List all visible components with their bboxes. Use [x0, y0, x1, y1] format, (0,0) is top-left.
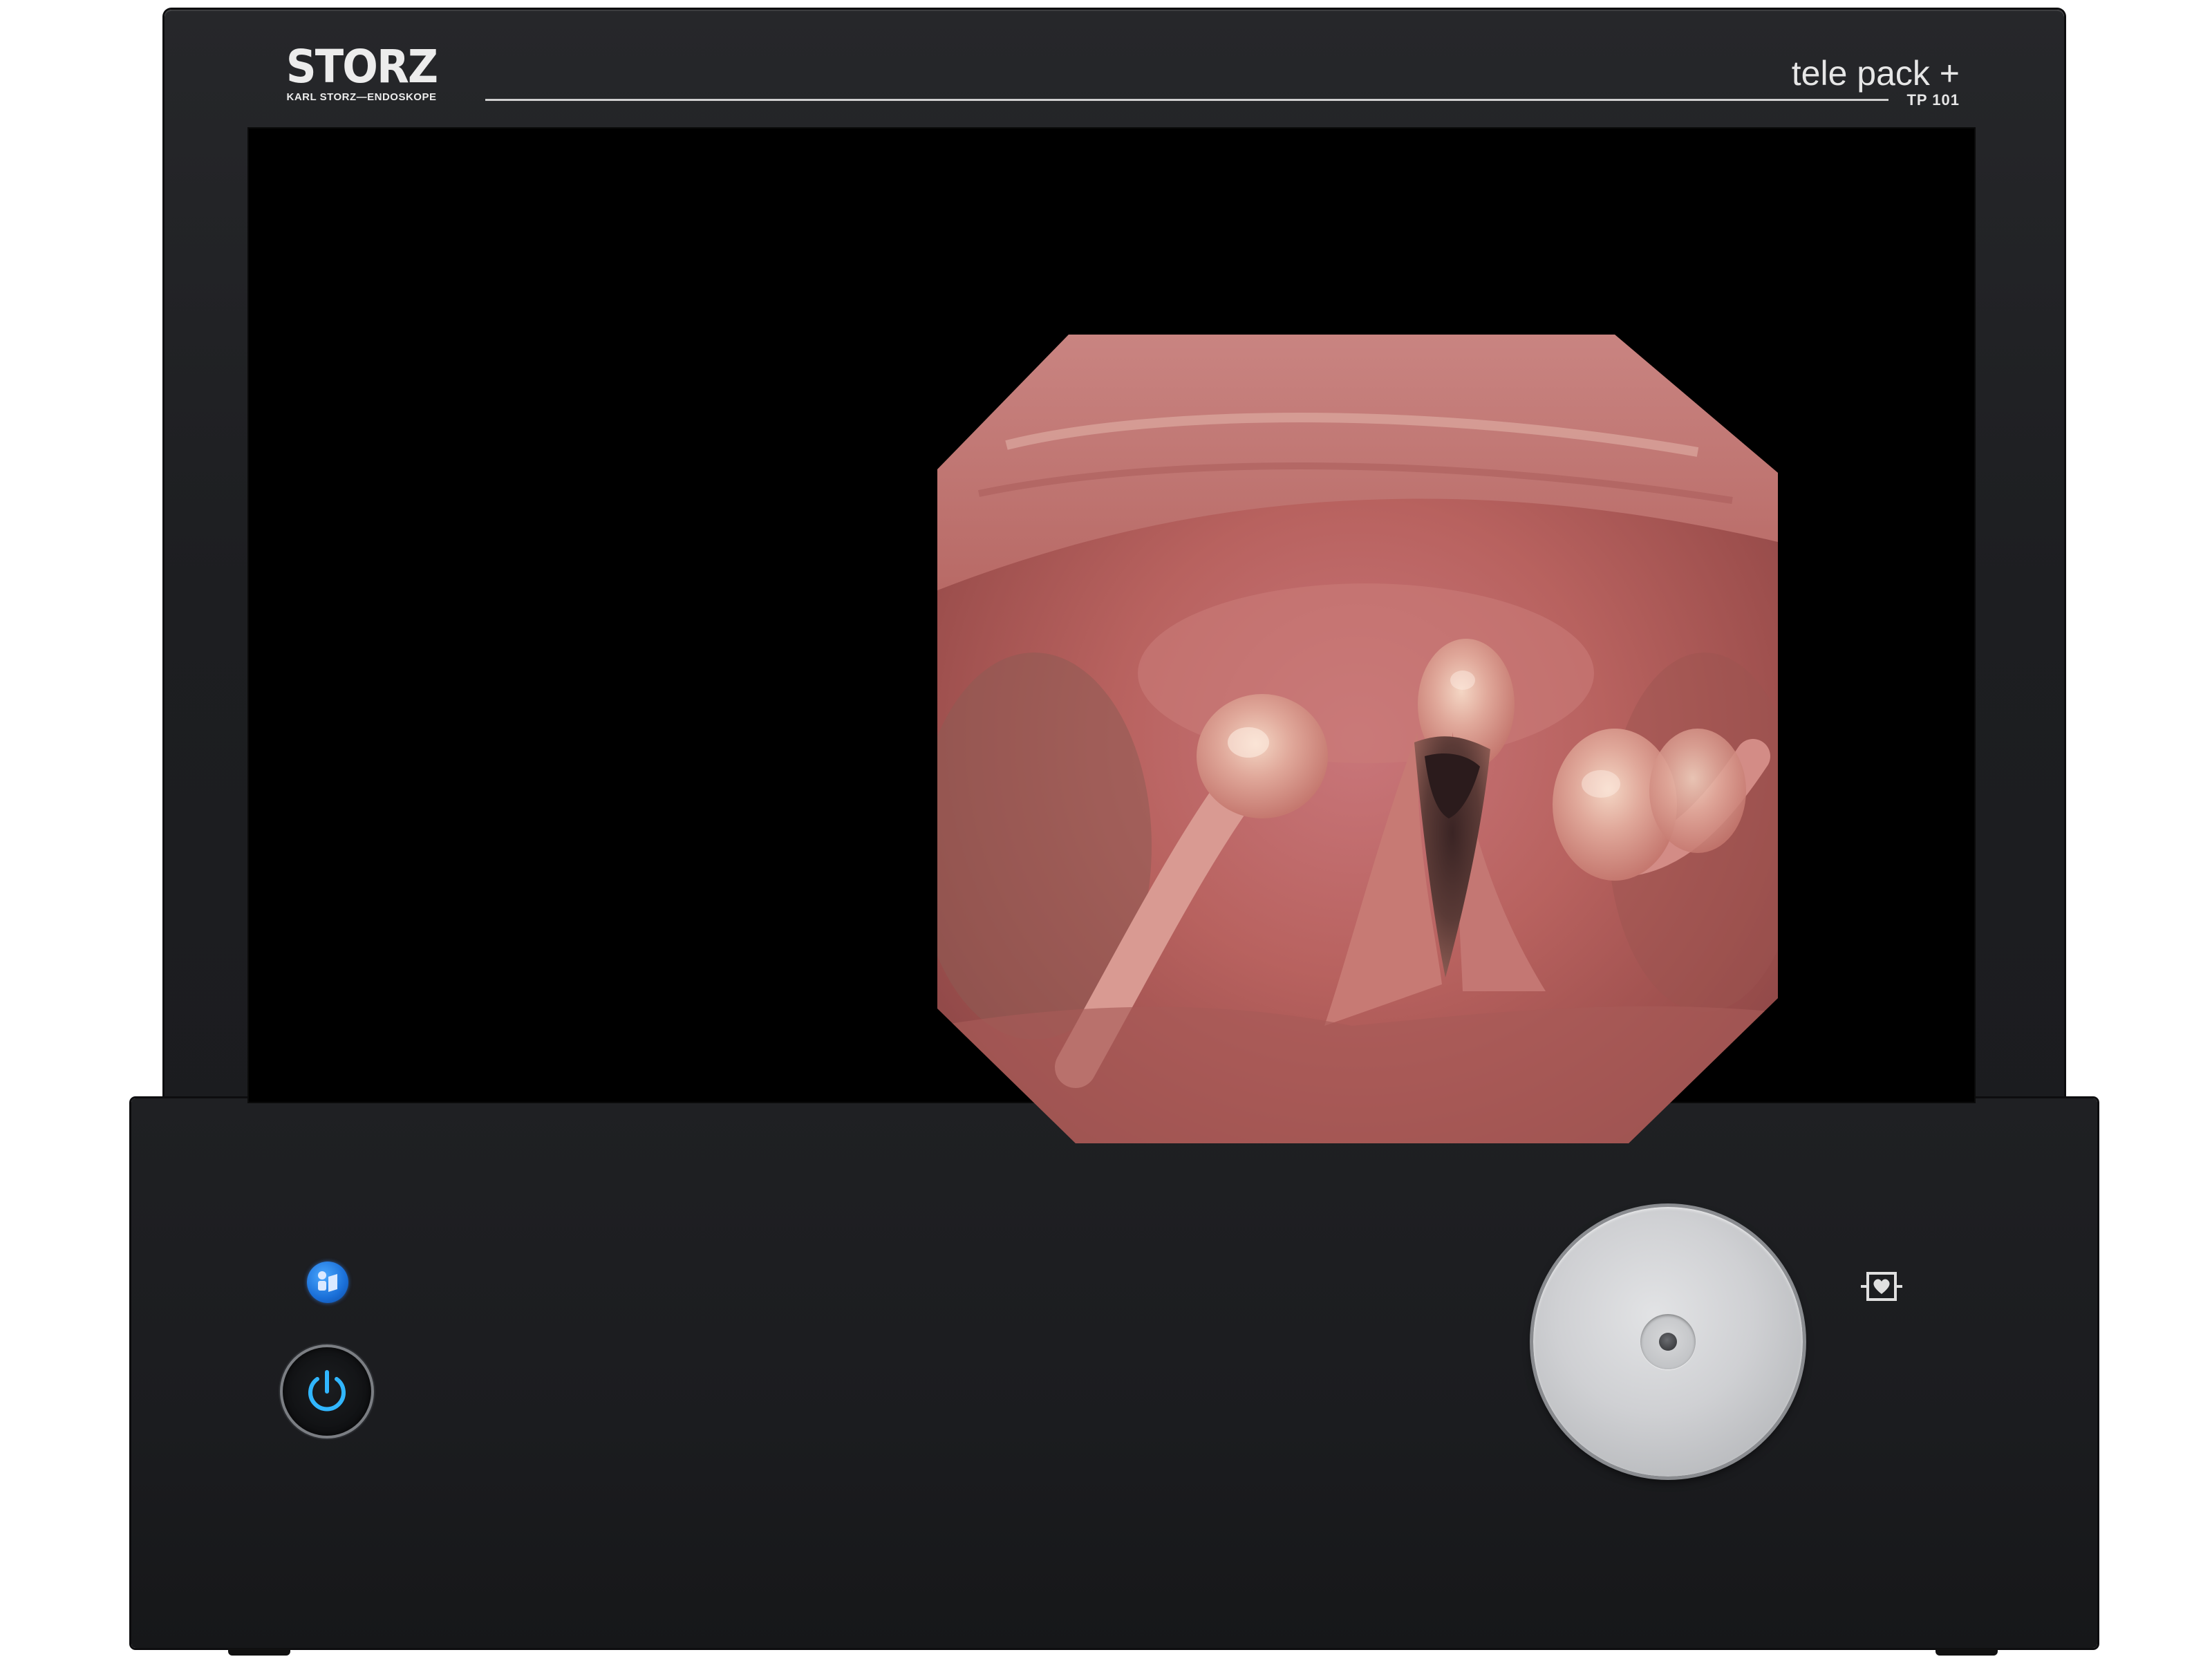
knob-pin [1659, 1333, 1677, 1351]
endoscope-image [937, 335, 1778, 1143]
storz-logo: STORZ KARL STORZ—ENDOSKOPE [279, 43, 444, 104]
device-foot [228, 1649, 290, 1656]
device-foot [1936, 1649, 1998, 1656]
brand-name: STORZ [285, 40, 438, 93]
rotary-knob[interactable] [1533, 1207, 1803, 1477]
display-screen [247, 127, 1976, 1143]
power-button[interactable] [280, 1344, 374, 1438]
operator-manual-icon [307, 1262, 348, 1303]
header-rule [485, 99, 1888, 101]
manual-symbol-icon [318, 1271, 337, 1292]
knob-center-button[interactable] [1640, 1314, 1696, 1369]
power-icon [308, 1370, 346, 1412]
model-code: TP 101 [1906, 91, 1960, 109]
model-name: tele pack + [1791, 54, 1960, 93]
defibrillation-proof-icon [1861, 1272, 1902, 1301]
control-panel [131, 1098, 2097, 1648]
